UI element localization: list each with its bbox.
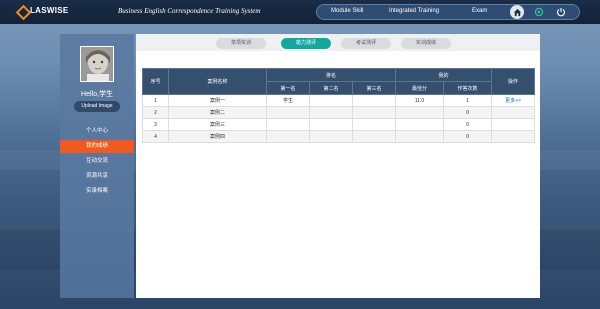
cell-rank1: 学生 (266, 94, 310, 107)
cell-case-name: 案例一 (168, 94, 267, 107)
upload-image-button[interactable]: Upload Image (74, 101, 120, 112)
column-header: 案例名称 (168, 68, 267, 95)
cell-rank3 (352, 130, 396, 143)
cell-rank2 (309, 94, 353, 107)
column-header: 序号 (142, 68, 169, 95)
table-row: 2 案例二 0 (142, 106, 536, 119)
cell-rank3 (352, 94, 396, 107)
nav-icons (505, 5, 575, 19)
cell-best-score: 11.0 (395, 94, 444, 107)
cell-index: 4 (142, 130, 169, 143)
cell-index: 3 (142, 118, 169, 131)
tab-training-scores[interactable]: 实训成绩 (401, 38, 451, 49)
sidebar-item-interaction[interactable]: 互动交流 (60, 155, 134, 168)
cell-case-name: 案例四 (168, 130, 267, 143)
cell-case-name: 案例二 (168, 106, 267, 119)
sidebar-item-records[interactable]: 实录档案 (60, 185, 134, 198)
home-icon[interactable] (510, 5, 524, 19)
avatar (80, 46, 114, 82)
app-title: Business English Correspondence Training… (118, 7, 261, 15)
cell-case-name: 案例三 (168, 118, 267, 131)
cell-rank1 (266, 106, 310, 119)
nav-module-skill[interactable]: Module Skill (331, 8, 363, 14)
cell-best-score (395, 118, 444, 131)
column-group-header: 我的 (394, 68, 493, 82)
logo: LASWISE (18, 6, 69, 15)
tab-ability-assessment[interactable]: 能力测评 (281, 38, 331, 49)
column-group-header: 排名 (266, 68, 396, 82)
nav-exam[interactable]: Exam (472, 8, 487, 14)
cell-rank2 (309, 130, 353, 143)
cell-action (491, 130, 536, 143)
more-link[interactable]: 更多>> (505, 98, 521, 104)
top-bar: LASWISE Business English Correspondence … (0, 0, 600, 24)
sidebar-item-resource-sharing[interactable]: 资源共享 (60, 170, 134, 183)
cell-attempts: 0 (442, 130, 493, 143)
cell-action: 更多>> (491, 94, 536, 107)
cell-rank1 (266, 118, 310, 131)
power-icon[interactable] (554, 5, 568, 19)
column-header: 第二名 (309, 81, 353, 95)
main-panel: 单项实训 能力测评 考试测评 实训成绩 序号 案例名称 排名 我的 操作 第一名… (136, 34, 540, 298)
sidebar-item-my-scores[interactable]: 我的成绩 (60, 140, 134, 153)
gear-icon[interactable] (532, 5, 546, 19)
table-row: 1 案例一 学生 11.0 1 更多>> (142, 94, 536, 107)
cell-best-score (395, 106, 444, 119)
column-header: 第一名 (266, 81, 310, 95)
column-header: 最佳分 (395, 81, 444, 95)
cell-rank2 (309, 106, 353, 119)
table-row: 3 案例三 0 (142, 118, 536, 131)
tab-bar: 单项实训 能力测评 考试测评 实训成绩 (136, 34, 540, 51)
tab-single-training[interactable]: 单项实训 (216, 38, 266, 49)
user-greeting: Hello,学生 (81, 91, 113, 98)
cell-rank3 (352, 118, 396, 131)
nav-integrated-training[interactable]: Integrated Training (389, 8, 439, 14)
table-row: 4 案例四 0 (142, 130, 536, 143)
cell-action (491, 106, 536, 119)
cell-attempts: 0 (442, 106, 493, 119)
sidebar: Hello,学生 Upload Image 个人中心 我的成绩 互动交流 资源共… (60, 34, 134, 298)
results-table: 序号 案例名称 排名 我的 操作 第一名 第二名 第三名 最佳分 作答次数 1 … (142, 68, 536, 143)
column-header: 作答次数 (442, 81, 493, 95)
tab-exam-assessment[interactable]: 考试测评 (341, 38, 391, 49)
cell-rank3 (352, 106, 396, 119)
cell-attempts: 0 (442, 118, 493, 131)
cell-rank1 (266, 130, 310, 143)
cell-best-score (395, 130, 444, 143)
logo-mark-icon (18, 6, 27, 15)
table-header-row: 序号 案例名称 排名 我的 操作 (142, 68, 536, 95)
column-header: 操作 (491, 68, 536, 95)
cell-index: 2 (142, 106, 169, 119)
sidebar-item-personal-center[interactable]: 个人中心 (60, 125, 134, 138)
cell-action (491, 118, 536, 131)
column-header: 第三名 (352, 81, 396, 95)
cell-index: 1 (142, 94, 169, 107)
logo-text: LASWISE (30, 6, 69, 15)
cell-attempts: 1 (442, 94, 493, 107)
cell-rank2 (309, 118, 353, 131)
